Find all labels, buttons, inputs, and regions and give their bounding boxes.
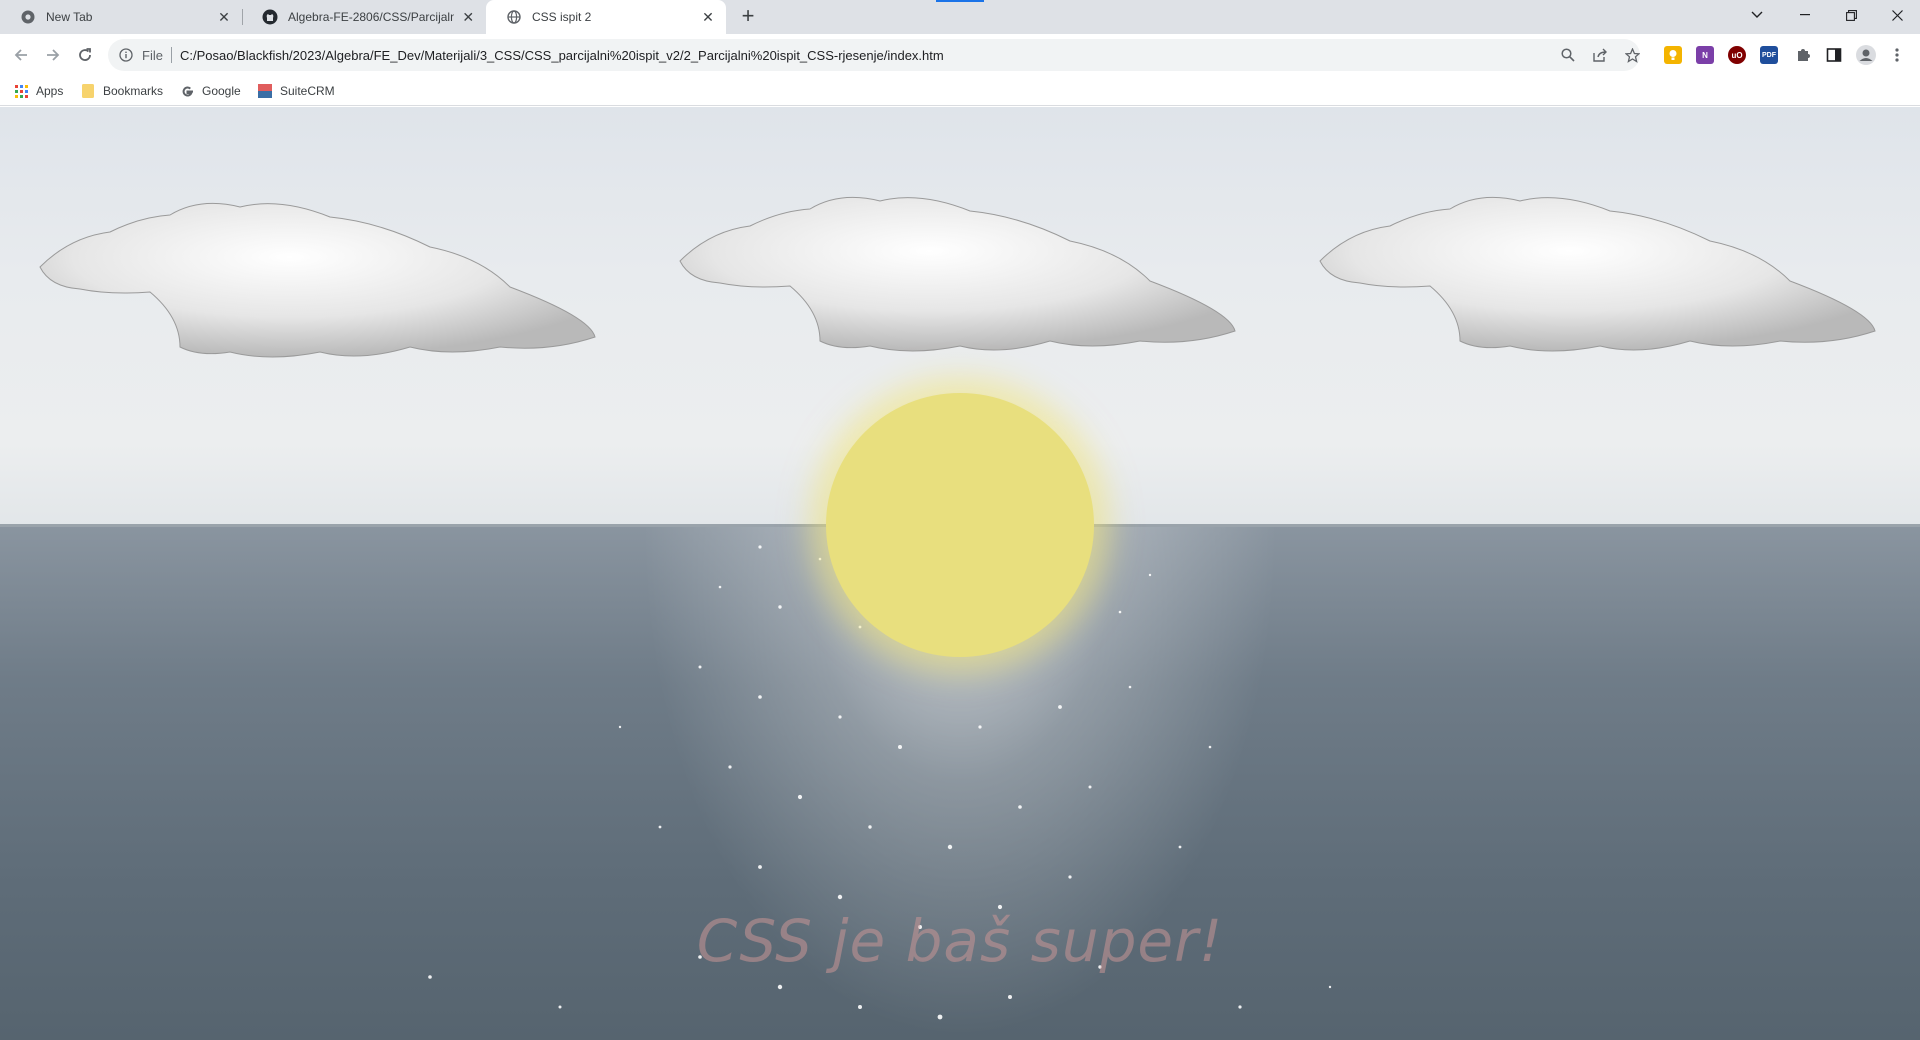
profile-avatar-icon[interactable] [1854,43,1878,67]
github-icon [262,9,278,25]
minimize-icon[interactable] [1782,0,1828,30]
tab-title: New Tab [46,10,93,24]
onenote-icon[interactable]: N [1696,46,1714,64]
tab-new-tab[interactable]: New Tab ✕ [0,0,242,34]
url-text[interactable]: C:/Posao/Blackfish/2023/Algebra/FE_Dev/M… [180,48,944,63]
side-panel-icon[interactable] [1822,43,1846,67]
menu-kebab-icon[interactable] [1885,43,1909,67]
folder-icon [81,84,95,98]
suitecrm-icon [258,84,272,98]
omnibox-divider [170,47,172,63]
scheme-label: File [142,47,163,63]
google-icon [180,84,194,98]
cloud-left [39,202,596,358]
bookmark-folder[interactable]: Bookmarks [81,82,163,100]
bookmark-label: Google [202,84,241,98]
cloud-center [679,196,1236,352]
tab-search-chevron-icon[interactable] [1734,0,1780,30]
share-icon[interactable] [1592,47,1608,63]
bookmark-google[interactable]: Google [180,82,241,100]
pdf-icon[interactable]: PDF [1760,46,1778,64]
chrome-icon [20,9,36,25]
apps-grid-icon [14,84,28,98]
browser-toolbar: File C:/Posao/Blackfish/2023/Algebra/FE_… [0,34,1920,76]
bookmark-star-icon[interactable] [1624,47,1640,63]
cloud-right [1319,196,1876,352]
tab-title: CSS ispit 2 [532,10,592,24]
restore-icon[interactable] [1828,0,1874,30]
bookmarks-bar: Apps Bookmarks Google SuiteCRM [0,76,1920,106]
tab-github[interactable]: Algebra-FE-2806/CSS/Parcijalni ✕ [242,0,486,34]
close-tab-icon[interactable]: ✕ [216,9,232,25]
tab-title: Algebra-FE-2806/CSS/Parcijalni [288,10,455,24]
tab-strip: New Tab ✕ Algebra-FE-2806/CSS/Parcijalni… [0,0,1920,34]
slogan-text: CSS je baš super! [696,907,1224,975]
ublock-icon[interactable]: uO [1728,46,1746,64]
globe-icon [506,9,522,25]
back-icon[interactable] [9,43,33,67]
info-icon[interactable] [118,47,134,63]
reload-icon[interactable] [73,43,97,67]
bookmark-apps[interactable]: Apps [14,82,63,100]
zoom-icon[interactable] [1560,47,1576,63]
address-bar[interactable]: File C:/Posao/Blackfish/2023/Algebra/FE_… [108,39,1640,71]
extensions-puzzle-icon[interactable] [1791,43,1815,67]
bookmark-suitecrm[interactable]: SuiteCRM [258,82,335,100]
new-tab-button[interactable]: + [736,5,760,29]
close-tab-icon[interactable]: ✕ [700,9,716,25]
sun [826,393,1094,657]
tab-css-ispit[interactable]: CSS ispit 2 ✕ [486,0,726,34]
close-tab-icon[interactable]: ✕ [460,9,476,25]
forward-icon[interactable] [41,43,65,67]
close-window-icon[interactable] [1874,0,1920,30]
bookmark-label: Bookmarks [103,84,164,98]
keep-icon[interactable] [1664,46,1682,64]
top-accent-bar [936,0,984,2]
bookmark-label: Apps [36,84,64,98]
bookmark-label: SuiteCRM [280,84,335,98]
page-viewport: CSS je baš super! [0,107,1920,1040]
